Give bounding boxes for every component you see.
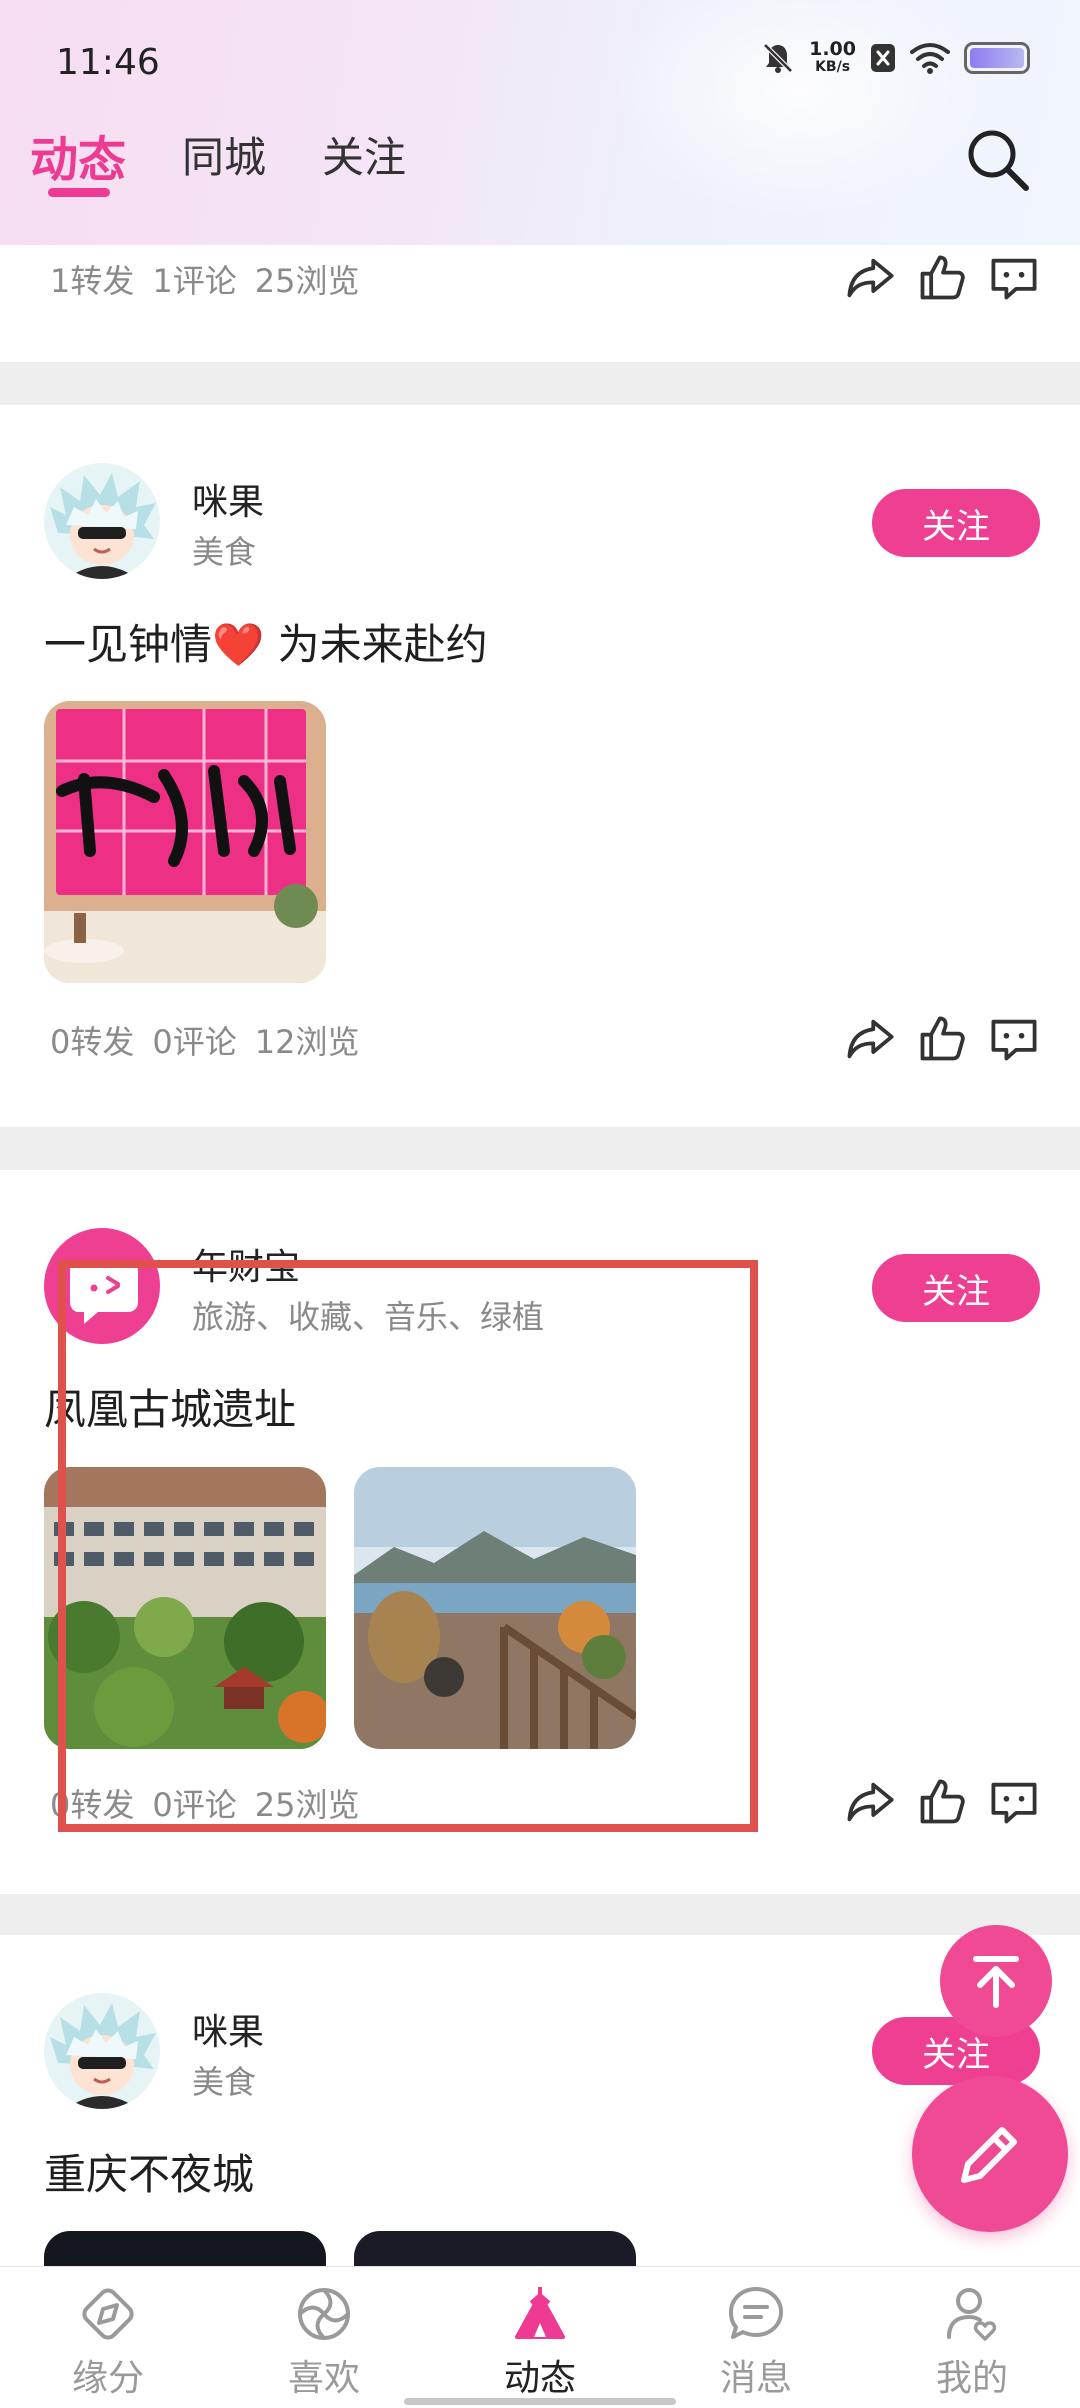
status-time: 11:46 [56,42,160,83]
like-icon[interactable] [916,1013,968,1065]
highlight-box [58,1260,758,1832]
top-header: 11:46 1.00 KB/s 动态 同城 关注 [0,0,1080,245]
chat-icon [729,2287,783,2339]
nav-item-fate[interactable]: 缘分 [0,2267,216,2408]
user-name[interactable]: 咪果 [192,473,264,525]
view-count: 25浏览 [254,262,360,300]
view-count: 12浏览 [254,1023,360,1061]
search-icon[interactable] [962,124,1032,194]
post-card[interactable]: 咪果 美食 关注 重庆不夜城 [0,1935,1080,2281]
battery-icon [964,42,1030,74]
tab-active-indicator [48,188,110,197]
nav-label: 我的 [935,2358,1008,2399]
comment-icon[interactable] [988,1776,1040,1828]
tab-same-city[interactable]: 同城 [182,124,266,185]
share-count: 0转发 [50,1023,135,1061]
tab-dynamic-label: 动态 [30,132,127,188]
like-icon[interactable] [916,252,968,304]
nav-item-like[interactable]: 喜欢 [216,2267,432,2408]
network-speed: 1.00 KB/s [809,40,856,76]
nav-item-messages[interactable]: 消息 [648,2267,864,2408]
user-name[interactable]: 咪果 [192,2003,264,2055]
share-icon[interactable] [844,1013,896,1065]
feed-tabs: 动态 同城 关注 [30,124,462,197]
follow-button[interactable]: 关注 [872,1254,1040,1322]
tab-dynamic[interactable]: 动态 [30,120,127,197]
scroll-to-top-button[interactable] [940,1925,1052,2037]
post-actions [844,1013,1040,1065]
network-speed-value: 1.00 [809,38,856,60]
tab-following[interactable]: 关注 [322,124,406,185]
follow-button[interactable]: 关注 [872,489,1040,557]
post-stats: 1转发 1评论 25浏览 [50,256,359,302]
nav-label: 喜欢 [287,2358,360,2399]
nav-label: 消息 [719,2358,792,2399]
profile-icon [947,2288,997,2341]
post-card[interactable]: 咪果 美食 关注 一见钟情❤️ 为未来赴约 0转发 0评论 12浏览 [0,405,1080,1127]
nav-item-profile[interactable]: 我的 [864,2267,1080,2408]
comment-count: 1评论 [152,262,237,300]
compose-post-button[interactable] [912,2076,1068,2232]
home-indicator [404,2398,676,2405]
tent-icon [515,2287,565,2339]
user-tags: 美食 [192,2063,257,2101]
post-stats: 0转发 0评论 12浏览 [50,1017,359,1063]
share-count: 1转发 [50,262,135,300]
nav-label: 动态 [503,2358,576,2399]
comment-count: 0评论 [152,1023,237,1061]
bottom-nav: 缘分 喜欢 动态 消息 我的 [0,2266,1080,2408]
arrow-up-icon [973,1956,1019,2008]
no-sim-icon [871,44,895,72]
mute-bell-icon [763,43,793,73]
like-icon[interactable] [916,1776,968,1828]
avatar[interactable] [44,463,160,579]
avatar[interactable] [44,1993,160,2109]
nav-label: 缘分 [71,2358,144,2399]
compass-icon [82,2288,134,2340]
post-title: 重庆不夜城 [44,2150,255,2199]
post-photo[interactable] [44,701,326,983]
share-icon[interactable] [844,252,896,304]
pencil-icon [961,2127,1017,2183]
swirl-icon [298,2288,350,2340]
wifi-icon [910,43,950,74]
nav-item-dynamic[interactable]: 动态 [432,2267,648,2408]
post-title: 一见钟情❤️ 为未来赴约 [44,620,488,669]
post-actions [844,1776,1040,1828]
network-speed-unit: KB/s [815,59,851,75]
status-icons: 1.00 KB/s [761,40,1030,76]
post-actions [844,252,1040,304]
header-glow [610,0,990,220]
comment-icon[interactable] [988,1013,1040,1065]
comment-icon[interactable] [988,252,1040,304]
share-icon[interactable] [844,1776,896,1828]
photo-love-wall [44,701,326,983]
user-tags: 美食 [192,533,257,571]
